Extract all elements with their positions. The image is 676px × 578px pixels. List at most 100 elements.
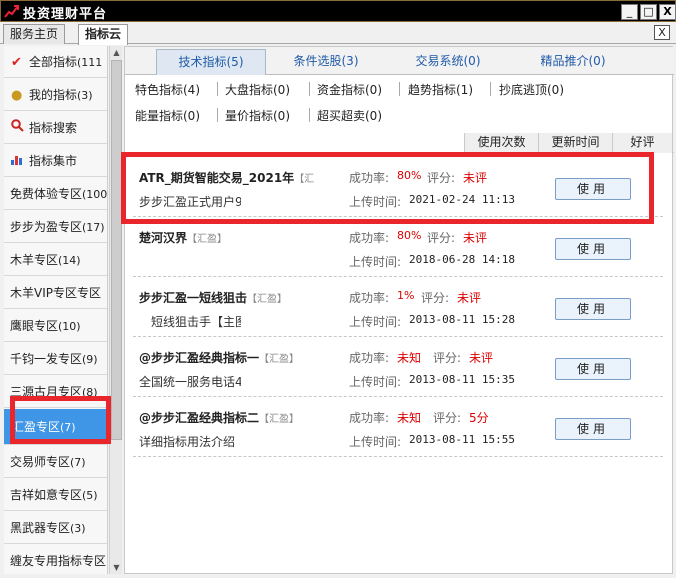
rate-value: 80% bbox=[397, 169, 422, 182]
sidebar-item-qianjun[interactable]: 千钧一发专区(9) bbox=[4, 343, 107, 375]
tab-trading-systems[interactable]: 交易系统(0) bbox=[393, 49, 503, 75]
rate-label: 成功率: bbox=[349, 351, 390, 365]
score-value: 未评 bbox=[457, 291, 482, 305]
tab-close-icon[interactable]: X bbox=[654, 25, 670, 40]
separator bbox=[309, 108, 310, 122]
tab-indicator-cloud[interactable]: 指标云 bbox=[78, 24, 129, 45]
title-bar: 投资理财平台 _ □ X bbox=[0, 0, 676, 22]
category-featured[interactable]: 特色指标(4) bbox=[135, 81, 200, 98]
indicator-desc: 步步汇盈正式用户9 bbox=[139, 195, 241, 209]
scroll-thumb[interactable] bbox=[111, 60, 122, 440]
category-capital[interactable]: 资金指标(0) bbox=[317, 81, 382, 98]
tab-featured[interactable]: 精品推介(0) bbox=[513, 49, 633, 75]
sidebar-item-trader[interactable]: 交易师专区(7) bbox=[4, 446, 107, 478]
sidebar-item-chanyou[interactable]: 缠友专用指标专区 bbox=[4, 545, 107, 574]
indicator-desc: 详细指标用法介绍 bbox=[139, 435, 236, 449]
indicator-name[interactable]: @步步汇盈经典指标二【汇盈】 bbox=[139, 409, 299, 426]
sidebar-item-muyang[interactable]: 木羊专区(14) bbox=[4, 244, 107, 276]
sidebar-item-huiying[interactable]: 汇盈专区(7) bbox=[4, 409, 107, 445]
upload-time: 2013-08-11 15:28 bbox=[409, 313, 515, 326]
tab-service-home[interactable]: 服务主页 bbox=[3, 24, 66, 44]
rate-label: 成功率: bbox=[349, 291, 390, 305]
use-button[interactable]: 使用 bbox=[555, 238, 631, 260]
score-value: 5分 bbox=[469, 411, 489, 425]
score-label: 评分: bbox=[433, 351, 462, 365]
indicator-desc: 短线狙击手【主图 bbox=[151, 315, 241, 329]
tab-stock-screening[interactable]: 条件选股(3) bbox=[271, 49, 381, 75]
category-bottom-top[interactable]: 抄底逃顶(0) bbox=[499, 81, 564, 98]
sidebar-item-search[interactable]: 指标搜索 bbox=[4, 112, 107, 144]
use-button[interactable]: 使用 bbox=[555, 298, 631, 320]
separator bbox=[217, 108, 218, 122]
indicator-row: @步步汇盈经典指标二【汇盈】 详细指标用法介绍 成功率: 未知 评分: 5分 上… bbox=[133, 397, 663, 457]
score-label: 评分: bbox=[421, 291, 450, 305]
upload-time: 2013-08-11 15:55 bbox=[409, 433, 515, 446]
score-value: 未评 bbox=[463, 171, 488, 185]
app-logo-icon bbox=[4, 5, 19, 18]
upload-label: 上传时间: bbox=[349, 195, 402, 209]
category-overbought[interactable]: 超买超卖(0) bbox=[317, 107, 382, 124]
category-energy[interactable]: 能量指标(0) bbox=[135, 107, 200, 124]
window-title: 投资理财平台 bbox=[23, 7, 108, 22]
upload-label: 上传时间: bbox=[349, 255, 402, 269]
sidebar: ✔ 全部指标(111 ● 我的指标(3) 指标搜索 指标集市 免费体验专区(100 … bbox=[4, 46, 108, 574]
magnifier-icon bbox=[11, 113, 29, 144]
category-trend[interactable]: 趋势指标(1) bbox=[408, 81, 473, 98]
main-tabs: 技术指标(5) 条件选股(3) 交易系统(0) 精品推介(0) bbox=[125, 47, 674, 75]
sidebar-scrollbar[interactable]: ▲ ▼ bbox=[109, 46, 122, 574]
sidebar-item-jixiang[interactable]: 吉祥如意专区(5) bbox=[4, 479, 107, 511]
sidebar-item-sanyuan[interactable]: 三源古月专区(8) bbox=[4, 376, 107, 408]
sidebar-item-muyang-vip[interactable]: 木羊VIP专区专区 bbox=[4, 277, 107, 309]
use-button[interactable]: 使用 bbox=[555, 418, 631, 440]
score-label: 评分: bbox=[427, 171, 456, 185]
top-tabs: 服务主页 指标云 X bbox=[0, 22, 676, 45]
rate-label: 成功率: bbox=[349, 231, 390, 245]
use-button[interactable]: 使用 bbox=[555, 178, 631, 200]
use-button[interactable]: 使用 bbox=[555, 358, 631, 380]
separator bbox=[309, 82, 310, 96]
indicator-row: @步步汇盈经典指标一【汇盈】 全国统一服务电话4 成功率: 未知 评分: 未评 … bbox=[133, 337, 663, 397]
coins-icon: ● bbox=[11, 87, 23, 103]
rate-label: 成功率: bbox=[349, 171, 390, 185]
indicator-name[interactable]: @步步汇盈经典指标一【汇盈】 bbox=[139, 349, 299, 366]
upload-label: 上传时间: bbox=[349, 435, 402, 449]
indicator-desc: 全国统一服务电话4 bbox=[139, 375, 241, 389]
sort-bar: 使用次数 更新时间 好评 bbox=[125, 133, 674, 153]
sort-by-updated[interactable]: 更新时间 bbox=[538, 133, 612, 153]
upload-label: 上传时间: bbox=[349, 315, 402, 329]
bar-chart-icon bbox=[11, 146, 29, 177]
sidebar-item-black-weapon[interactable]: 黑武器专区(3) bbox=[4, 512, 107, 544]
rate-value: 1% bbox=[397, 289, 415, 302]
sidebar-item-yingyan[interactable]: 鹰眼专区(10) bbox=[4, 310, 107, 342]
indicator-row: ATR_期货智能交易_2021年【汇 步步汇盈正式用户9 成功率: 80% 评分… bbox=[133, 157, 663, 217]
sidebar-item-market[interactable]: 指标集市 bbox=[4, 145, 107, 177]
category-volume-price[interactable]: 量价指标(0) bbox=[225, 107, 290, 124]
rate-value: 80% bbox=[397, 229, 422, 242]
minimize-button[interactable]: _ bbox=[621, 4, 638, 20]
sort-by-uses[interactable]: 使用次数 bbox=[464, 133, 538, 153]
close-button[interactable]: X bbox=[659, 4, 676, 20]
sort-by-rating[interactable]: 好评 bbox=[612, 133, 672, 153]
indicator-name[interactable]: 楚河汉界【汇盈】 bbox=[139, 229, 227, 246]
sidebar-item-free-trial[interactable]: 免费体验专区(100 bbox=[4, 178, 107, 210]
category-market[interactable]: 大盘指标(0) bbox=[225, 81, 290, 98]
score-label: 评分: bbox=[427, 231, 456, 245]
indicator-name[interactable]: 步步汇盈一短线狙击【汇盈】 bbox=[139, 289, 287, 306]
sidebar-item-bubuweiying[interactable]: 步步为盈专区(17) bbox=[4, 211, 107, 243]
indicator-name[interactable]: ATR_期货智能交易_2021年【汇 bbox=[139, 169, 314, 186]
sidebar-item-mine[interactable]: ● 我的指标(3) bbox=[4, 79, 107, 111]
separator bbox=[490, 82, 491, 96]
main-panel: 技术指标(5) 条件选股(3) 交易系统(0) 精品推介(0) 特色指标(4) … bbox=[124, 46, 674, 574]
maximize-button[interactable]: □ bbox=[640, 4, 657, 20]
scroll-down-icon[interactable]: ▼ bbox=[110, 561, 123, 574]
upload-time: 2018-06-28 14:18 bbox=[409, 253, 515, 266]
rate-value: 未知 bbox=[397, 351, 422, 365]
indicator-row: 楚河汉界【汇盈】 成功率: 80% 评分: 未评 上传时间: 2018-06-2… bbox=[133, 217, 663, 277]
separator bbox=[399, 82, 400, 96]
tab-technical-indicators[interactable]: 技术指标(5) bbox=[156, 49, 266, 75]
score-label: 评分: bbox=[433, 411, 462, 425]
score-value: 未评 bbox=[469, 351, 494, 365]
scroll-up-icon[interactable]: ▲ bbox=[110, 46, 123, 59]
sidebar-item-all[interactable]: ✔ 全部指标(111 bbox=[4, 46, 107, 78]
check-icon: ✔ bbox=[11, 54, 22, 70]
